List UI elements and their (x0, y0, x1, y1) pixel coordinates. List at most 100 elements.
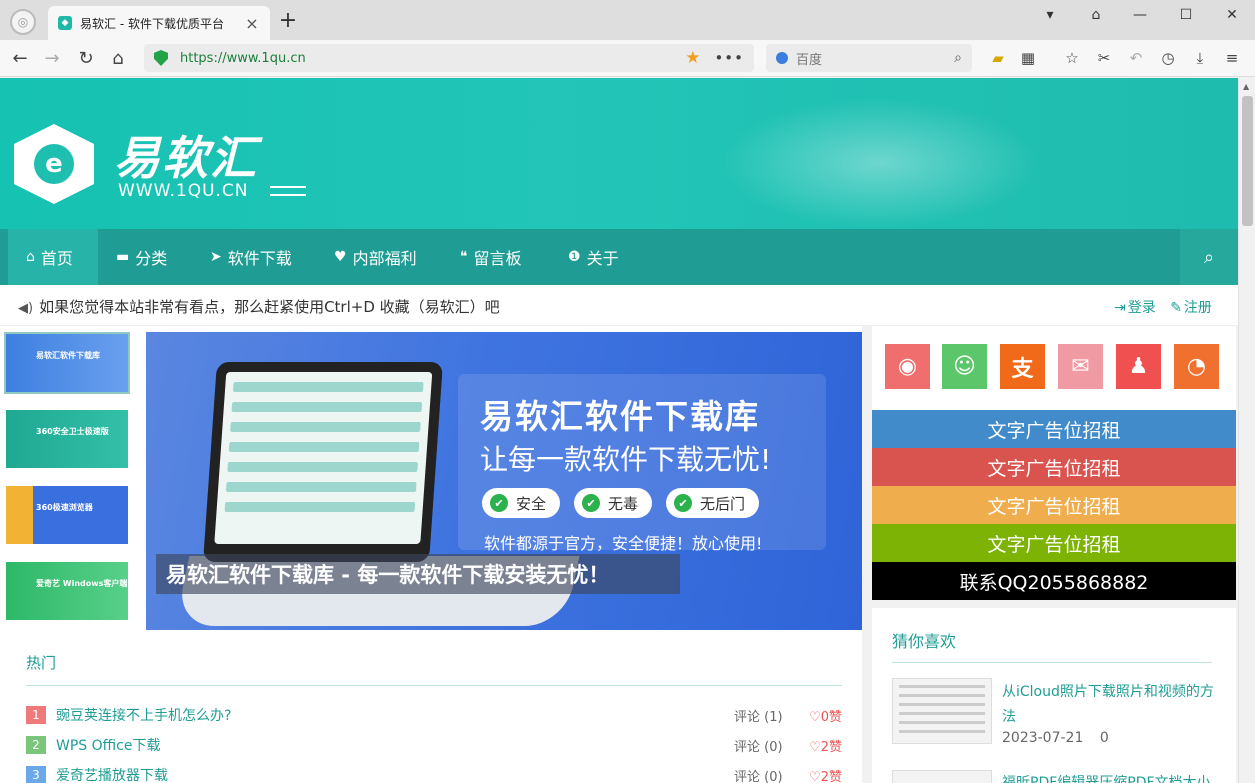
apps-grid-icon[interactable]: ▦ (1018, 48, 1038, 68)
hero-banner[interactable]: 易软汇软件下载库 让每一款软件下载无忧! ✔ 安全 ✔ 无毒 ✔ 无后门 软件都源于官… (146, 332, 862, 630)
site-search-icon[interactable]: ⌕ (1180, 229, 1238, 285)
heart-outline-icon: ♡ (809, 739, 821, 755)
register-link[interactable]: 注册 (1184, 300, 1212, 316)
skin-icon[interactable]: ⌂ (1076, 4, 1116, 26)
check-icon: ✔ (674, 494, 692, 512)
text-ad-4[interactable]: 文字广告位招租 (872, 524, 1236, 562)
nav-about-label: 关于 (586, 249, 619, 268)
rss-icon[interactable]: ◔ (1174, 344, 1219, 389)
weibo-icon[interactable]: ◉ (885, 344, 930, 389)
like-count[interactable]: ♡0赞 (800, 706, 842, 725)
favorites-icon[interactable]: ☆ (1062, 48, 1082, 68)
article-thumbnail[interactable] (892, 678, 992, 744)
contact-qq[interactable]: 联系QQ2055868882 (872, 562, 1236, 600)
notice-bar: ◀) 如果您觉得本站非常有看点，那么赶紧使用Ctrl+D 收藏（易软汇）吧 ⇥ 登录… (0, 285, 1238, 326)
search-icon[interactable]: ⌕ (954, 50, 962, 66)
scroll-up-icon[interactable]: ▲ (1243, 82, 1249, 91)
nav-benefits[interactable]: ♥ 内部福利 (316, 229, 435, 285)
check-icon: ✔ (490, 494, 508, 512)
nav-category[interactable]: ▬ 分类 (98, 229, 185, 285)
menu-icon[interactable]: ≡ (1222, 48, 1242, 68)
check-icon: ✔ (582, 494, 600, 512)
article-title[interactable]: 福昕PDF编辑器压缩PDF文档大小 (1002, 772, 1216, 783)
tab-active[interactable]: ◆ 易软汇 - 软件下载优质平台 × (48, 6, 270, 40)
like-count-text: 0赞 (820, 709, 842, 725)
search-input[interactable]: 百度 (796, 49, 954, 68)
article-thumbnail[interactable] (892, 770, 992, 783)
address-bar[interactable]: https://www.1qu.cn ★ ••• (144, 44, 754, 72)
thumb-3[interactable]: 360极速浏览器 (4, 484, 130, 546)
menu-dropdown-icon[interactable]: ▾ (1030, 4, 1070, 26)
comment-count: 评论 (1) (734, 709, 783, 725)
back-icon[interactable]: ← (8, 46, 32, 70)
minimize-icon[interactable]: — (1120, 4, 1160, 26)
thumb-4[interactable]: 爱奇艺 Windows客户端 (4, 560, 130, 622)
nav-download-label: 软件下载 (227, 249, 292, 268)
scroll-thumb[interactable] (1242, 96, 1253, 226)
nav-home[interactable]: ⌂ 首页 (8, 229, 98, 285)
hot-item-title[interactable]: WPS Office下载 (56, 735, 734, 755)
mail-icon[interactable]: ✉ (1058, 344, 1103, 389)
qq-icon[interactable]: ♟ (1116, 344, 1161, 389)
url-text[interactable]: https://www.1qu.cn (180, 51, 685, 66)
browser-logo-icon[interactable]: ◎ (10, 9, 36, 35)
banner-foot: 软件都源于官方，安全便捷！放心使用! (484, 534, 763, 553)
pill-virus-free: ✔ 无毒 (574, 488, 653, 518)
browser-toolbar: ← → ↻ ⌂ https://www.1qu.cn ★ ••• 百度 ⌕ ▰ … (0, 40, 1255, 77)
hot-item[interactable]: 3 爱奇艺播放器下载 评论 (0) ♡2赞 (26, 763, 842, 783)
thumb-1-label: 易软汇软件下载库 (36, 351, 100, 360)
like-count[interactable]: ♡2赞 (800, 766, 842, 783)
nav-guestbook-label: 留言板 (473, 249, 522, 268)
hot-item-title[interactable]: 爱奇艺播放器下载 (56, 765, 734, 783)
baidu-icon (776, 52, 788, 64)
banner-title: 易软汇软件下载库 (480, 397, 760, 436)
nav-download[interactable]: ➤ 软件下载 (192, 229, 310, 285)
heart-icon: ♥ (334, 249, 347, 265)
nav-about[interactable]: ❶ 关于 (550, 229, 637, 285)
close-icon[interactable]: × (244, 14, 260, 33)
logo-text[interactable]: 易软汇 (114, 122, 258, 188)
home-page-icon[interactable]: ⌂ (106, 46, 130, 70)
thumb-2[interactable]: 360安全卫士极速版 (4, 408, 130, 470)
alipay-icon[interactable]: 支 (1000, 344, 1045, 389)
pill-no-backdoor: ✔ 无后门 (666, 488, 760, 518)
home-icon: ⌂ (26, 249, 35, 265)
banner-caption[interactable]: 易软汇软件下载库 - 每一款软件下载安装无忧！ (156, 554, 680, 594)
wechat-icon[interactable]: ☺ (942, 344, 987, 389)
extension-icon[interactable]: ▰ (988, 48, 1008, 68)
reload-icon[interactable]: ↻ (74, 46, 98, 70)
window-close-icon[interactable]: ✕ (1212, 4, 1252, 26)
page-scrollbar[interactable]: ▲ (1238, 78, 1255, 783)
maximize-icon[interactable]: ☐ (1166, 4, 1206, 26)
hot-item[interactable]: 2 WPS Office下载 评论 (0) ♡2赞 (26, 733, 842, 757)
bookmark-star-icon[interactable]: ★ (685, 48, 700, 68)
hot-item[interactable]: 1 豌豆荚连接不上手机怎么办? 评论 (1) ♡0赞 (26, 703, 842, 727)
nav-guestbook[interactable]: ❝ 留言板 (442, 229, 540, 285)
nav-benefits-label: 内部福利 (352, 249, 417, 268)
thumb-1[interactable]: 易软汇软件下载库 (4, 332, 130, 394)
undo-icon[interactable]: ↶ (1126, 48, 1146, 68)
banner-subtitle: 让每一款软件下载无忧! (480, 443, 772, 476)
like-count-text: 2赞 (820, 739, 842, 755)
text-ad-2[interactable]: 文字广告位招租 (872, 448, 1236, 486)
hot-item-title[interactable]: 豌豆荚连接不上手机怎么办? (56, 705, 734, 725)
download-icon[interactable]: ⤓ (1190, 48, 1210, 68)
history-icon[interactable]: ◷ (1158, 48, 1178, 68)
like-count[interactable]: ♡2赞 (800, 736, 842, 755)
screenshot-scissors-icon[interactable]: ✂ (1094, 48, 1114, 68)
site-logo-icon[interactable]: e (14, 124, 94, 204)
text-ad-1[interactable]: 文字广告位招租 (872, 410, 1236, 448)
comments-icon: ❝ (460, 249, 468, 265)
pill-safe-label: 安全 (516, 494, 547, 513)
main-nav: ⌂ 首页 ▬ 分类 ➤ 软件下载 ♥ 内部福利 ❝ 留言板 ❶ 关于 ⌕ (0, 229, 1238, 285)
search-bar[interactable]: 百度 ⌕ (766, 44, 972, 72)
forward-icon[interactable]: → (40, 46, 64, 70)
article-title[interactable]: 从iCloud照片下载照片和视频的方法 (1002, 680, 1216, 730)
text-ad-3[interactable]: 文字广告位招租 (872, 486, 1236, 524)
new-tab-button[interactable]: + (278, 10, 298, 32)
more-icon[interactable]: ••• (714, 49, 744, 67)
sidebar: ◉ ☺ 支 ✉ ♟ ◔ 文字广告位招租 文字广告位招租 文字广告位招租 文字广告… (872, 326, 1236, 783)
speaker-icon: ◀) (18, 301, 34, 316)
login-link[interactable]: 登录 (1128, 300, 1156, 316)
pill-virus-free-label: 无毒 (608, 494, 639, 513)
